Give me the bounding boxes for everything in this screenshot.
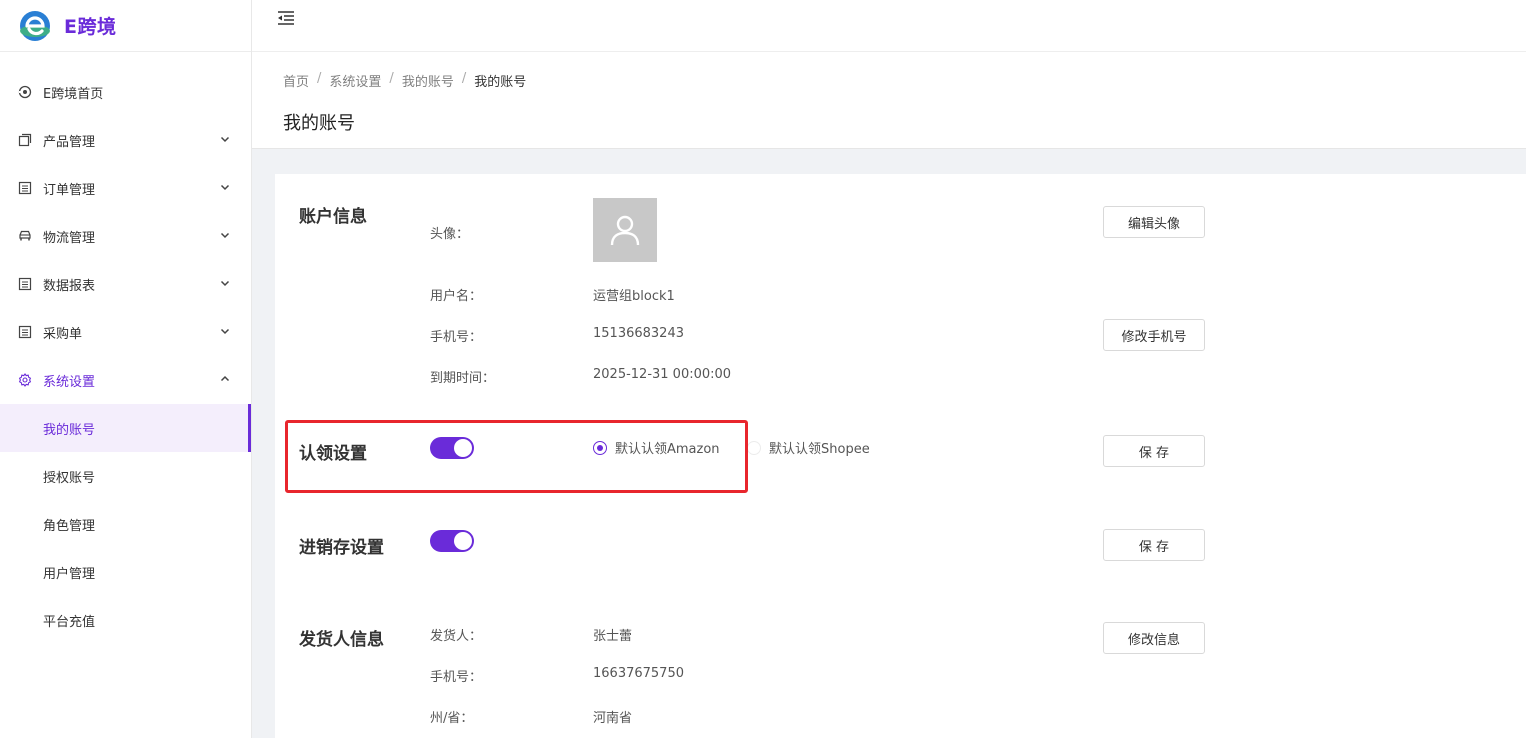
sidebar-item-label: 订单管理 xyxy=(43,182,96,198)
sidebar-item-recharge[interactable]: 平台充值 xyxy=(0,596,251,644)
radio-circle xyxy=(593,440,607,455)
phone-label: 手机号： xyxy=(430,330,483,345)
page-title: 我的账号 xyxy=(283,113,355,134)
phone-value: 15136683243 xyxy=(593,326,684,341)
breadcrumb-account[interactable]: 我的账号 xyxy=(402,71,454,90)
toggle-knob xyxy=(454,439,472,457)
sidebar-item-purchase[interactable]: 采购单 xyxy=(0,308,251,356)
breadcrumb-current: 我的账号 xyxy=(474,75,527,90)
chevron-down-icon xyxy=(219,181,231,193)
edit-avatar-button[interactable]: 编辑头像 xyxy=(1103,206,1205,238)
account-info-title: 账户信息 xyxy=(299,207,367,227)
expiry-label: 到期时间： xyxy=(430,371,496,386)
list-icon xyxy=(18,325,32,339)
radio-label: 默认认领Shopee xyxy=(769,442,870,457)
sidebar-item-label: 用户管理 xyxy=(43,566,96,582)
claim-settings-title: 认领设置 xyxy=(299,444,367,464)
sidebar-item-label: 角色管理 xyxy=(43,518,96,534)
shipper-info-title: 发货人信息 xyxy=(299,630,384,650)
radio-circle xyxy=(747,440,761,455)
logo[interactable]: E跨境 xyxy=(0,0,251,52)
sidebar-item-label: 授权账号 xyxy=(43,470,96,486)
chevron-down-icon xyxy=(219,325,231,337)
edit-phone-button[interactable]: 修改手机号 xyxy=(1103,319,1205,351)
save-inventory-settings-button[interactable]: 保 存 xyxy=(1103,529,1205,561)
user-icon xyxy=(610,215,640,246)
province-value: 河南省 xyxy=(593,711,633,726)
shipper-label: 发货人： xyxy=(430,629,483,644)
sidebar-item-label: 产品管理 xyxy=(43,134,96,150)
breadcrumb-home[interactable]: 首页 xyxy=(283,71,309,90)
sidebar-item-settings[interactable]: 系统设置 xyxy=(0,356,251,404)
sidebar-item-authorized-accounts[interactable]: 授权账号 xyxy=(0,452,251,500)
username-label: 用户名： xyxy=(430,289,483,304)
sidebar-item-logistics[interactable]: 物流管理 xyxy=(0,212,251,260)
sidebar-menu: E跨境首页 产品管理 订单管理 物流管理 数据报表 采购单 系统设置 我的账号 … xyxy=(0,52,251,644)
province-label: 州/省： xyxy=(430,711,474,726)
account-card: 账户信息 头像： 编辑头像 用户名： 运营组block1 手机号： 151366… xyxy=(275,174,1526,738)
radio-default-amazon[interactable]: 默认认领Amazon xyxy=(593,438,720,457)
shipper-value: 张士蕾 xyxy=(593,629,633,644)
sidebar-item-label: 物流管理 xyxy=(43,230,96,246)
avatar xyxy=(593,198,657,262)
logo-text: E跨境 xyxy=(64,16,117,38)
edit-shipper-button[interactable]: 修改信息 xyxy=(1103,622,1205,654)
shipper-phone-label: 手机号： xyxy=(430,670,483,685)
sidebar-item-label: 我的账号 xyxy=(43,422,96,438)
shipper-phone-value: 16637675750 xyxy=(593,666,684,681)
sidebar-item-home[interactable]: E跨境首页 xyxy=(0,68,251,116)
logo-icon xyxy=(18,9,52,43)
menu-fold-icon[interactable] xyxy=(276,9,296,27)
sidebar-item-label: 系统设置 xyxy=(43,374,96,390)
sidebar: E跨境 E跨境首页 产品管理 订单管理 物流管理 数据报表 采购单 系统设置 我… xyxy=(0,0,252,738)
copy-icon xyxy=(18,133,32,147)
breadcrumb-separator: / xyxy=(461,71,467,86)
inventory-settings-title: 进销存设置 xyxy=(299,538,384,558)
avatar-label: 头像： xyxy=(430,227,470,242)
username-value: 运营组block1 xyxy=(593,289,675,304)
breadcrumb-settings[interactable]: 系统设置 xyxy=(329,71,381,90)
sidebar-item-label: 数据报表 xyxy=(43,278,96,294)
chevron-down-icon xyxy=(219,277,231,289)
chevron-down-icon xyxy=(219,229,231,241)
settings-submenu: 我的账号 授权账号 角色管理 用户管理 平台充值 xyxy=(0,404,251,644)
radio-default-shopee[interactable]: 默认认领Shopee xyxy=(747,438,870,457)
sidebar-item-users[interactable]: 用户管理 xyxy=(0,548,251,596)
topbar xyxy=(252,0,1526,52)
eye-icon xyxy=(18,85,32,99)
save-claim-settings-button[interactable]: 保 存 xyxy=(1103,435,1205,467)
sidebar-item-orders[interactable]: 订单管理 xyxy=(0,164,251,212)
chevron-up-icon xyxy=(219,373,231,385)
radio-label: 默认认领Amazon xyxy=(615,442,720,457)
sidebar-item-reports[interactable]: 数据报表 xyxy=(0,260,251,308)
inventory-settings-toggle[interactable] xyxy=(430,530,474,552)
breadcrumb-separator: / xyxy=(389,71,394,86)
list-icon xyxy=(18,181,32,195)
sidebar-item-label: 采购单 xyxy=(43,326,83,342)
expiry-value: 2025-12-31 00:00:00 xyxy=(593,367,732,382)
car-icon xyxy=(18,229,32,243)
toggle-knob xyxy=(454,532,472,550)
claim-settings-toggle[interactable] xyxy=(430,437,474,459)
breadcrumb-separator: / xyxy=(317,71,322,86)
page-header: 首页 / 系统设置 / 我的账号 / 我的账号 我的账号 xyxy=(252,52,1526,149)
gear-icon xyxy=(18,373,32,387)
sidebar-item-label: 平台充值 xyxy=(43,614,96,630)
chevron-down-icon xyxy=(219,133,231,145)
list-icon xyxy=(18,277,32,291)
breadcrumb: 首页 / 系统设置 / 我的账号 / 我的账号 xyxy=(283,71,526,90)
sidebar-item-label: E跨境首页 xyxy=(43,86,104,102)
sidebar-item-my-account[interactable]: 我的账号 xyxy=(0,404,251,452)
sidebar-item-roles[interactable]: 角色管理 xyxy=(0,500,251,548)
sidebar-item-products[interactable]: 产品管理 xyxy=(0,116,251,164)
